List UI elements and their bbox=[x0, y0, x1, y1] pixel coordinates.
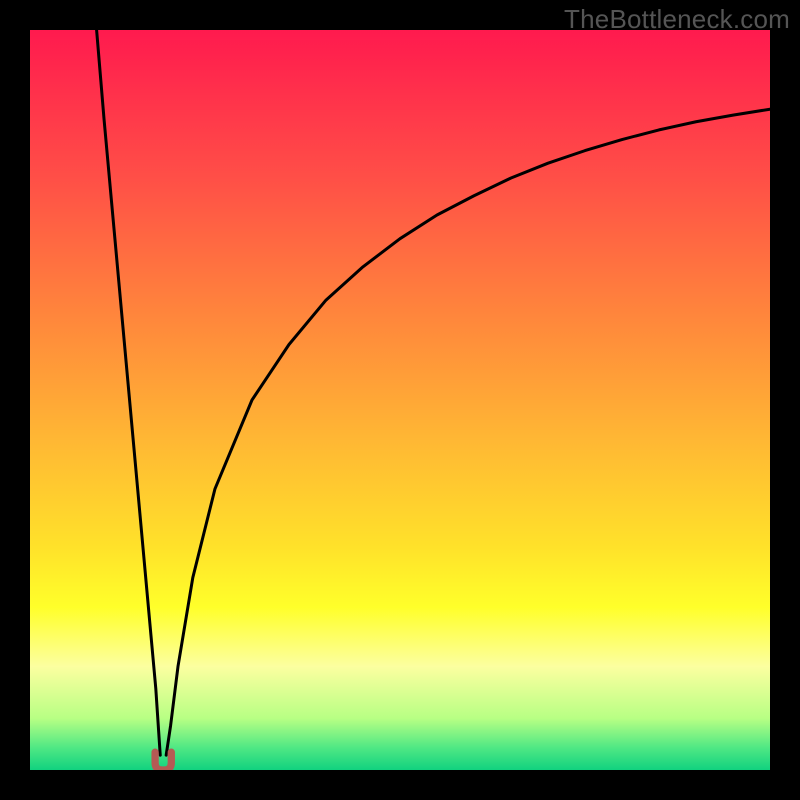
plot-svg bbox=[30, 30, 770, 770]
chart-frame: TheBottleneck.com bbox=[0, 0, 800, 800]
gradient-background bbox=[30, 30, 770, 770]
plot-area bbox=[30, 30, 770, 770]
